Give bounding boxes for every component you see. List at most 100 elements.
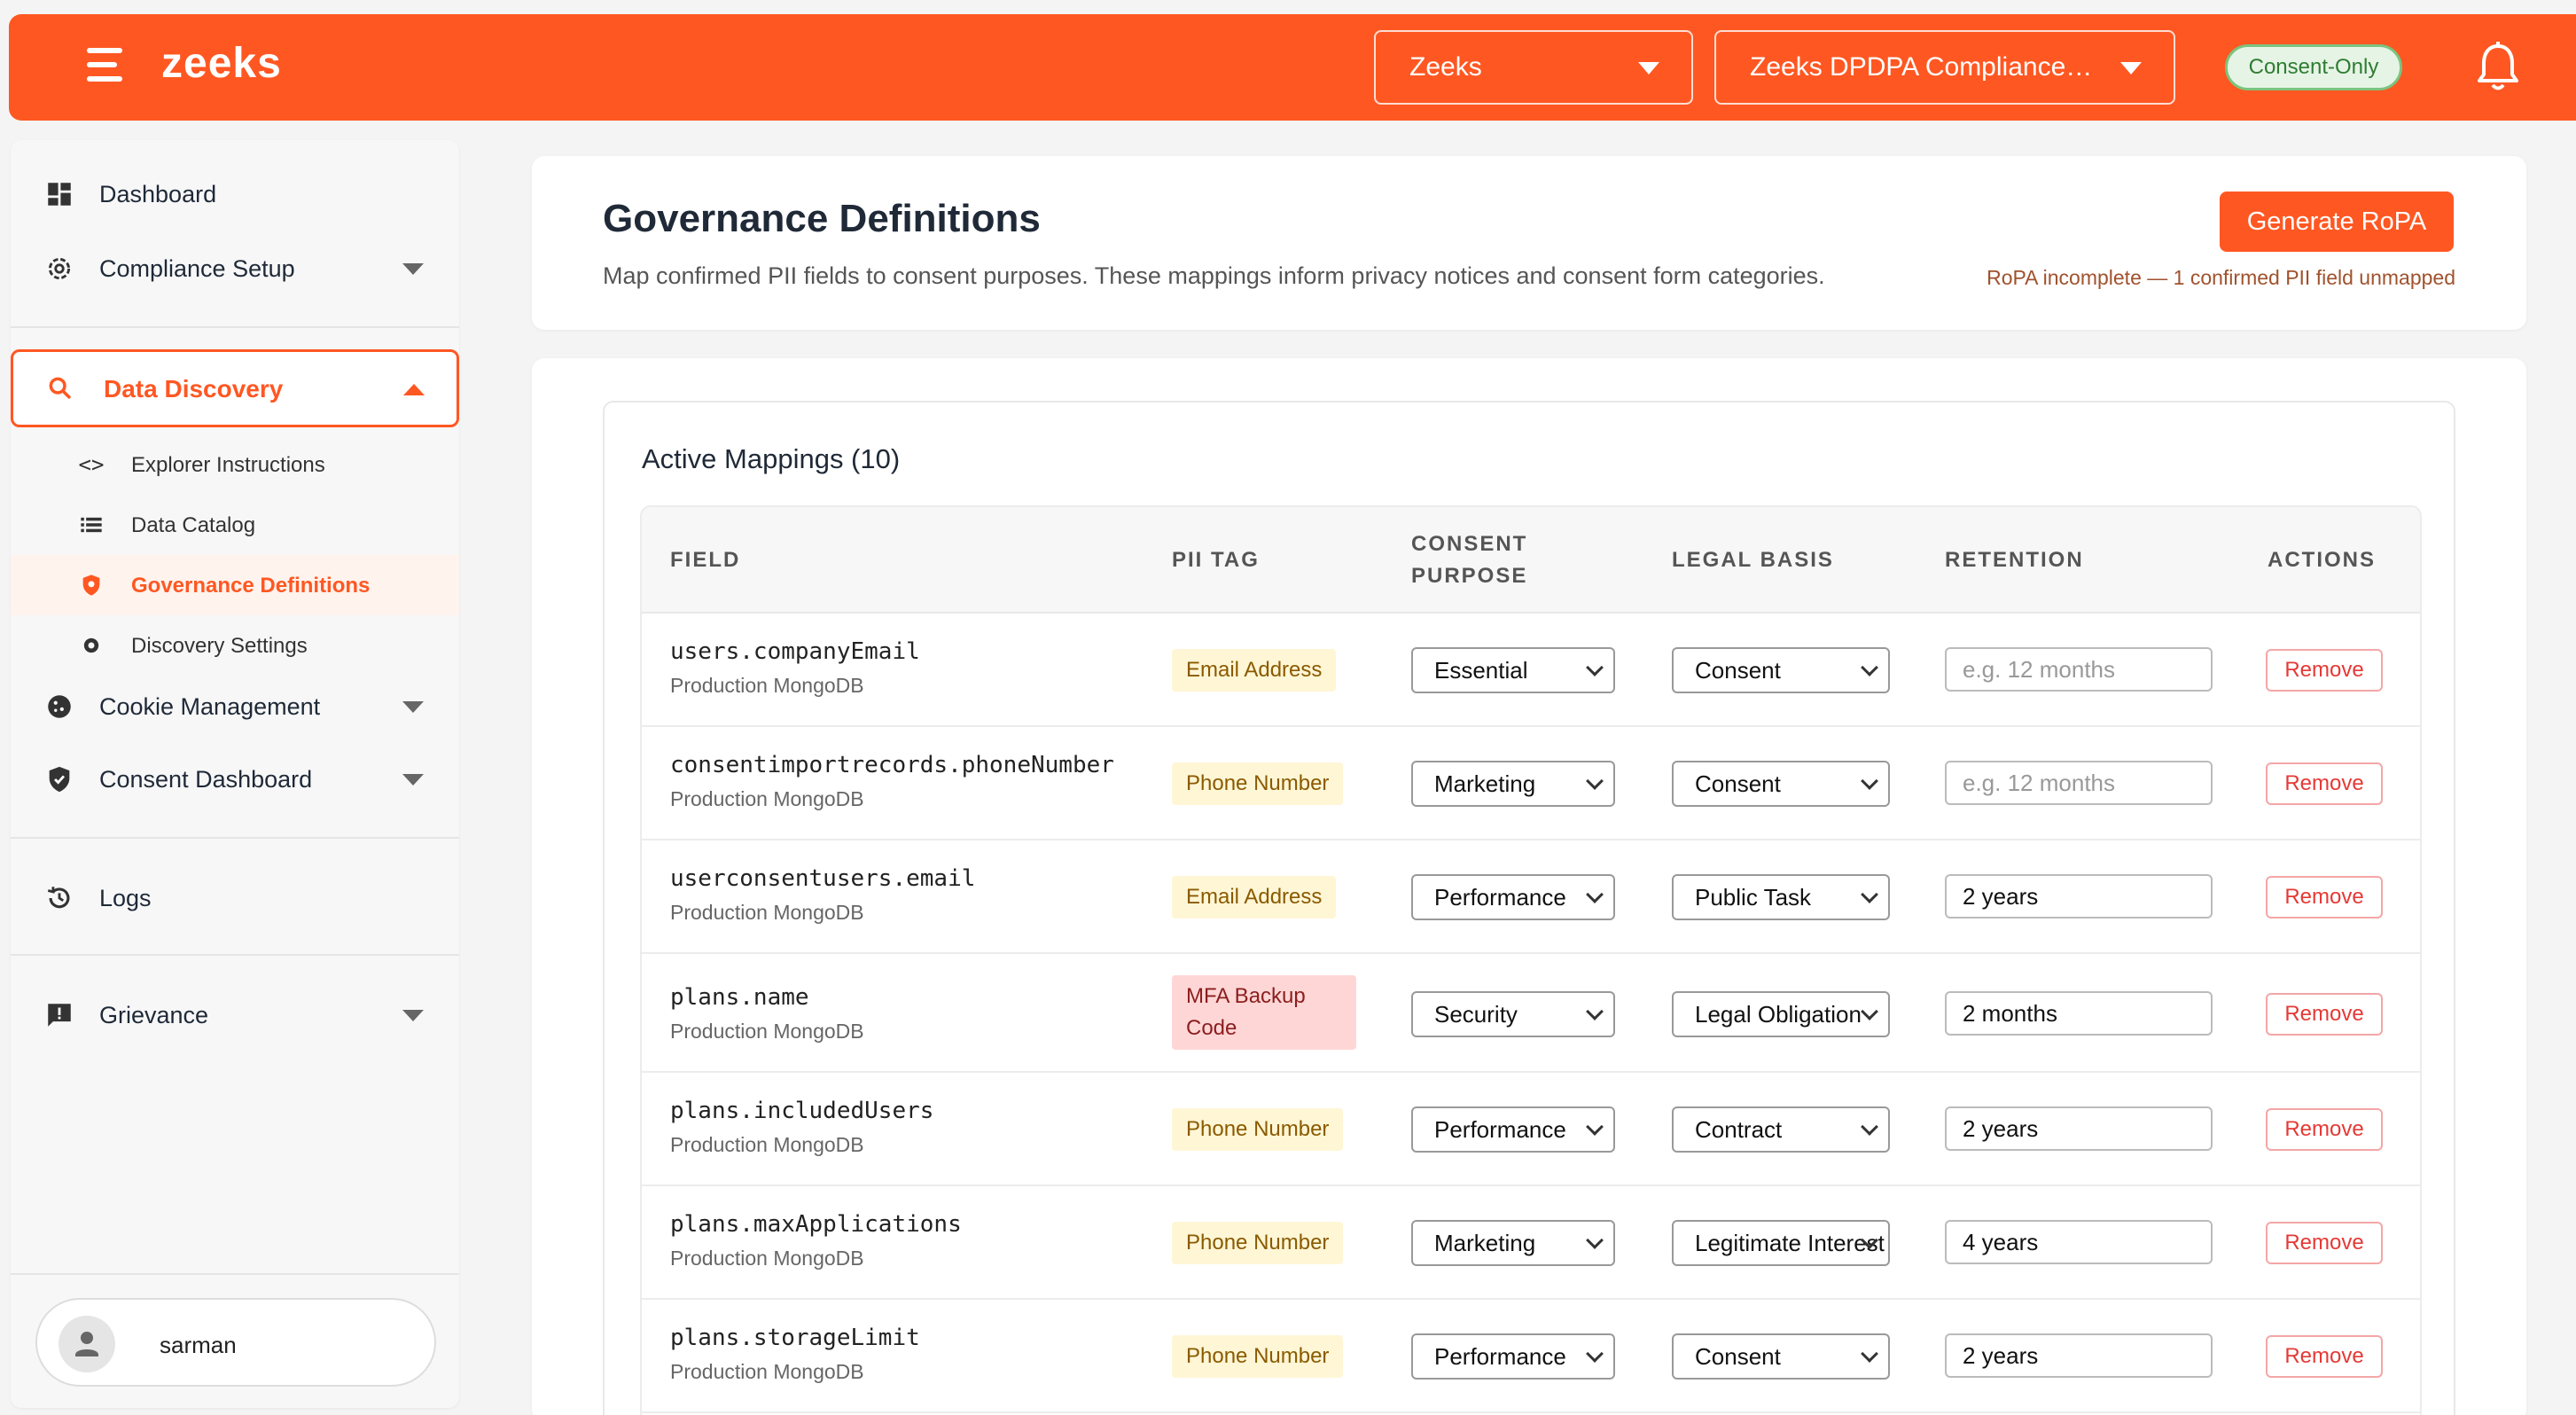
table-row: plans.storageLimit Production MongoDB Ph… bbox=[642, 1300, 2420, 1413]
retention-input[interactable] bbox=[1945, 761, 2213, 805]
sidebar-item-label: Cookie Management bbox=[99, 692, 321, 720]
legal-basis-select[interactable]: Public Task bbox=[1672, 874, 1890, 920]
table-row: plans.maxApplications Production MongoDB… bbox=[642, 1186, 2420, 1300]
consent-purpose-select[interactable]: Performance bbox=[1411, 874, 1615, 920]
chevron-down-icon bbox=[1586, 772, 1604, 790]
sidebar-item-label: Dashboard bbox=[99, 180, 217, 207]
legal-basis-select[interactable]: Consent bbox=[1672, 647, 1890, 693]
sidebar-subitem-explorer-instructions[interactable]: <> Explorer Instructions bbox=[11, 434, 459, 495]
field-source: Production MongoDB bbox=[670, 901, 864, 924]
pii-tag-line2: Code bbox=[1186, 1016, 1237, 1040]
pii-tag: Phone Number bbox=[1172, 1108, 1344, 1151]
retention-input[interactable] bbox=[1945, 1106, 2213, 1151]
remove-button[interactable]: Remove bbox=[2266, 1108, 2383, 1151]
field-name: consentimportrecords.phoneNumber bbox=[670, 752, 1114, 778]
consent-purpose-select[interactable]: Performance bbox=[1411, 1333, 1615, 1380]
person-icon bbox=[75, 1332, 98, 1356]
sidebar-item-compliance-setup[interactable]: Compliance Setup bbox=[11, 238, 459, 300]
brand-logo: zeeks bbox=[161, 40, 282, 87]
sidebar-item-label: Logs bbox=[99, 884, 152, 911]
pii-tag: Email Address bbox=[1172, 876, 1337, 919]
column-header-consent-purpose-line1: CONSENT bbox=[1411, 532, 1528, 556]
field-name: plans.includedUsers bbox=[670, 1098, 934, 1124]
divider bbox=[11, 954, 459, 956]
consent-purpose-select[interactable]: Performance bbox=[1411, 1106, 1615, 1153]
chevron-down-icon bbox=[1861, 659, 1878, 676]
sidebar-item-data-discovery[interactable]: Data Discovery bbox=[11, 349, 459, 427]
menu-icon[interactable] bbox=[87, 48, 131, 83]
chevron-up-icon bbox=[403, 384, 425, 395]
field-name: plans.name bbox=[670, 984, 809, 1011]
remove-button[interactable]: Remove bbox=[2266, 762, 2383, 805]
retention-input[interactable] bbox=[1945, 1220, 2213, 1264]
sidebar-subitem-data-catalog[interactable]: Data Catalog bbox=[11, 495, 459, 555]
chevron-down-icon bbox=[1861, 1345, 1878, 1363]
remove-button[interactable]: Remove bbox=[2266, 1335, 2383, 1378]
project-select[interactable]: Zeeks DPDPA Compliance C... bbox=[1714, 30, 2175, 105]
organization-select-value: Zeeks bbox=[1409, 52, 1482, 82]
sidebar-subitem-discovery-settings[interactable]: Discovery Settings bbox=[11, 615, 459, 676]
legal-basis-select[interactable]: Legitimate Interest bbox=[1672, 1220, 1890, 1266]
sidebar-item-label: Grievance bbox=[99, 1001, 209, 1028]
feedback-icon bbox=[48, 1004, 71, 1027]
legal-basis-select[interactable]: Legal Obligation bbox=[1672, 991, 1890, 1037]
sidebar-item-dashboard[interactable]: Dashboard bbox=[11, 163, 459, 225]
field-source: Production MongoDB bbox=[670, 1360, 864, 1383]
divider bbox=[11, 1273, 459, 1275]
chevron-down-icon bbox=[402, 700, 424, 713]
pii-tag: Phone Number bbox=[1172, 1335, 1344, 1378]
remove-button[interactable]: Remove bbox=[2266, 649, 2383, 692]
remove-button[interactable]: Remove bbox=[2266, 876, 2383, 919]
sidebar-item-logs[interactable]: Logs bbox=[11, 867, 459, 929]
field-name: plans.maxApplications bbox=[670, 1211, 962, 1238]
sidebar-item-label: Consent Dashboard bbox=[99, 765, 313, 793]
legal-basis-select[interactable]: Consent bbox=[1672, 1333, 1890, 1380]
legal-basis-select[interactable]: Contract bbox=[1672, 1106, 1890, 1153]
sidebar-item-grievance[interactable]: Grievance bbox=[11, 984, 459, 1046]
field-source: Production MongoDB bbox=[670, 674, 864, 697]
column-header-pii-tag: PII TAG bbox=[1172, 548, 1260, 572]
retention-input[interactable] bbox=[1945, 874, 2213, 919]
chevron-down-icon bbox=[1861, 886, 1878, 903]
retention-input[interactable] bbox=[1945, 1333, 2213, 1378]
project-select-value: Zeeks DPDPA Compliance C... bbox=[1750, 52, 2115, 82]
table-row: users.companyEmail Production MongoDB Em… bbox=[642, 614, 2420, 727]
consent-purpose-select[interactable]: Marketing bbox=[1411, 761, 1615, 807]
divider bbox=[11, 837, 459, 839]
table-row: consentimportrecords.phoneNumber Product… bbox=[642, 727, 2420, 840]
sidebar-item-label: Compliance Setup bbox=[99, 254, 295, 282]
verified-shield-icon bbox=[49, 766, 70, 793]
chevron-down-icon bbox=[402, 262, 424, 275]
list-icon bbox=[81, 517, 102, 533]
generate-ropa-button[interactable]: Generate RoPA bbox=[2220, 192, 2454, 252]
sidebar-subitem-governance-definitions[interactable]: Governance Definitions bbox=[11, 555, 459, 615]
consent-purpose-value: Essential bbox=[1434, 656, 1528, 684]
dashboard-icon bbox=[48, 183, 71, 206]
column-header-retention: RETENTION bbox=[1945, 548, 2084, 572]
organization-select[interactable]: Zeeks bbox=[1374, 30, 1693, 105]
legal-basis-select[interactable]: Consent bbox=[1672, 761, 1890, 807]
consent-purpose-select[interactable]: Essential bbox=[1411, 647, 1615, 693]
legal-basis-value: Public Task bbox=[1695, 883, 1812, 911]
notification-bell-icon[interactable] bbox=[2475, 41, 2521, 94]
sidebar-item-cookie-management[interactable]: Cookie Management bbox=[11, 676, 459, 738]
retention-input[interactable] bbox=[1945, 991, 2213, 1036]
remove-button[interactable]: Remove bbox=[2266, 1222, 2383, 1264]
sidebar-subitem-label: Explorer Instructions bbox=[131, 453, 325, 477]
history-icon bbox=[47, 887, 70, 909]
top-bar: zeeks Zeeks Zeeks DPDPA Compliance C... … bbox=[9, 14, 2576, 121]
consent-purpose-select[interactable]: Marketing bbox=[1411, 1220, 1615, 1266]
field-name: userconsentusers.email bbox=[670, 865, 976, 892]
retention-input[interactable] bbox=[1945, 647, 2213, 692]
column-header-legal-basis: LEGAL BASIS bbox=[1672, 548, 1834, 572]
consent-purpose-select[interactable]: Security bbox=[1411, 991, 1615, 1037]
user-menu[interactable]: sarman bbox=[35, 1298, 436, 1387]
remove-button[interactable]: Remove bbox=[2266, 993, 2383, 1036]
user-name: sarman bbox=[160, 1332, 237, 1358]
legal-basis-value: Consent bbox=[1695, 656, 1781, 684]
sidebar-item-consent-dashboard[interactable]: Consent Dashboard bbox=[11, 748, 459, 810]
page-subtitle: Map confirmed PII fields to consent purp… bbox=[603, 262, 1825, 289]
code-icon: <> bbox=[78, 452, 105, 477]
legal-basis-value: Legal Obligation bbox=[1695, 1000, 1862, 1028]
chevron-down-icon bbox=[402, 1009, 424, 1021]
